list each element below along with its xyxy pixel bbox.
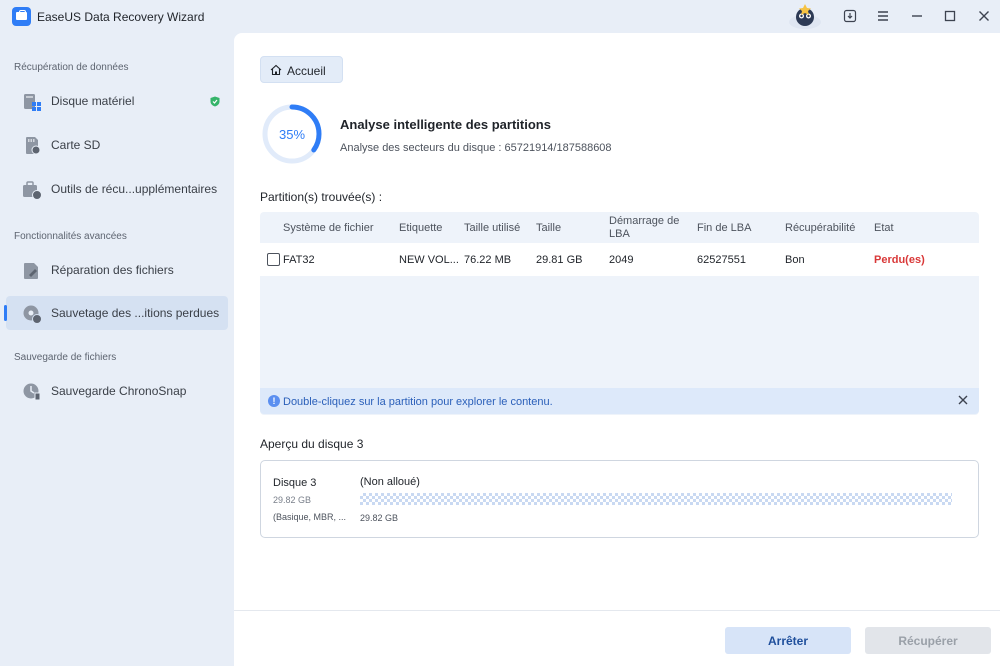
column-header[interactable]: Etiquette [399, 222, 442, 235]
sidebar-item-label: Outils de récu...upplémentaires [51, 182, 218, 196]
disk-size: 29.82 GB [273, 495, 312, 505]
app-title: EaseUS Data Recovery Wizard [37, 10, 205, 24]
partition-rescue-icon [23, 305, 42, 324]
scan-progress-percent: 35% [278, 126, 306, 142]
disk-name: Disque 3 [273, 477, 317, 489]
sidebar-item-partition-rescue[interactable]: Sauvetage des ...itions perdues [4, 296, 228, 330]
recover-button[interactable]: Récupérer [865, 627, 991, 654]
cell-state: Perdu(es) [874, 254, 925, 266]
scan-title: Analyse intelligente des partitions [340, 117, 551, 132]
maximize-icon[interactable] [938, 5, 962, 27]
partition-table: Système de fichier Etiquette Taille util… [260, 212, 979, 415]
recovery-tools-icon [23, 181, 42, 200]
unallocated-bar[interactable] [360, 493, 952, 505]
sidebar-item-hard-disk[interactable]: Disque matériel [6, 84, 228, 118]
footer-divider [234, 610, 1000, 611]
home-label: Accueil [287, 64, 326, 78]
hard-disk-icon [24, 94, 41, 111]
sidebar-section-label: Sauvegarde de fichiers [14, 352, 117, 363]
home-button[interactable]: Accueil [260, 56, 343, 83]
unallocated-label: (Non alloué) [360, 476, 420, 488]
cell-label: NEW VOL... [399, 254, 459, 266]
close-window-icon[interactable] [972, 5, 996, 27]
sidebar-item-label: Sauvegarde ChronoSnap [51, 384, 187, 398]
sidebar-item-recovery-tools[interactable]: Outils de récu...upplémentaires [6, 172, 228, 206]
sidebar-item-label: Disque matériel [51, 94, 135, 108]
column-header[interactable]: Taille [536, 222, 561, 235]
sidebar-item-label: Réparation des fichiers [51, 263, 174, 277]
sd-card-icon [26, 137, 41, 155]
disk-type: (Basique, MBR, ... [273, 512, 347, 522]
chronosnap-icon [23, 383, 41, 401]
app-logo-icon [12, 7, 31, 26]
title-bar: EaseUS Data Recovery Wizard [0, 0, 1000, 33]
cell-filesystem: FAT32 [283, 254, 315, 266]
sidebar-item-label: Sauvetage des ...itions perdues [51, 306, 220, 320]
cell-recoverability: Bon [785, 254, 805, 266]
sidebar-section-label: Récupération de données [14, 62, 129, 73]
shield-check-icon [210, 96, 220, 107]
download-icon[interactable] [838, 5, 862, 27]
mascot-icon[interactable] [787, 2, 823, 30]
cell-start-lba: 2049 [609, 254, 634, 266]
close-icon[interactable] [956, 393, 970, 407]
sidebar-item-sd-card[interactable]: Carte SD [6, 128, 228, 162]
disk-preview-card: Disque 3 29.82 GB (Basique, MBR, ... (No… [260, 460, 979, 538]
sidebar-item-label: Carte SD [51, 138, 101, 152]
column-header[interactable]: Récupérabilité [785, 222, 855, 235]
column-header[interactable]: Etat [874, 222, 894, 235]
hint-bar: ! Double-cliquez sur la partition pour e… [260, 388, 979, 414]
minimize-icon[interactable] [905, 5, 929, 27]
table-row[interactable]: FAT32 NEW VOL... 76.22 MB 29.81 GB 2049 … [260, 243, 979, 276]
main-panel: Accueil 35% Analyse intelligente des par… [234, 33, 1000, 666]
stop-button[interactable]: Arrêter [725, 627, 851, 654]
cell-used-size: 76.22 MB [464, 254, 512, 266]
menu-icon[interactable] [871, 5, 895, 27]
column-header[interactable]: Taille utilisé [464, 222, 520, 235]
sidebar-item-chronosnap[interactable]: Sauvegarde ChronoSnap [6, 374, 228, 408]
file-repair-icon [24, 263, 38, 279]
unallocated-size: 29.82 GB [360, 513, 399, 523]
column-header[interactable]: Système de fichier [283, 222, 373, 235]
partitions-found-label: Partition(s) trouvée(s) : [260, 190, 383, 204]
home-icon [270, 64, 282, 76]
table-header: Système de fichier Etiquette Taille util… [260, 212, 979, 242]
info-icon: ! [268, 395, 280, 407]
cell-end-lba: 62527551 [697, 254, 746, 266]
disk-preview-label: Aperçu du disque 3 [260, 437, 364, 451]
cell-size: 29.81 GB [536, 254, 583, 266]
sidebar-section-label: Fonctionnalités avancées [14, 231, 127, 242]
scan-subtitle: Analyse des secteurs du disque : 6572191… [340, 142, 612, 154]
hint-text: Double-cliquez sur la partition pour exp… [283, 396, 553, 408]
column-header[interactable]: Fin de LBA [697, 222, 751, 235]
sidebar: Récupération de données Disque matériel … [0, 33, 234, 666]
column-header[interactable]: Démarrage de LBA [609, 215, 685, 241]
sidebar-item-file-repair[interactable]: Réparation des fichiers [6, 253, 228, 287]
row-checkbox[interactable] [267, 253, 280, 266]
